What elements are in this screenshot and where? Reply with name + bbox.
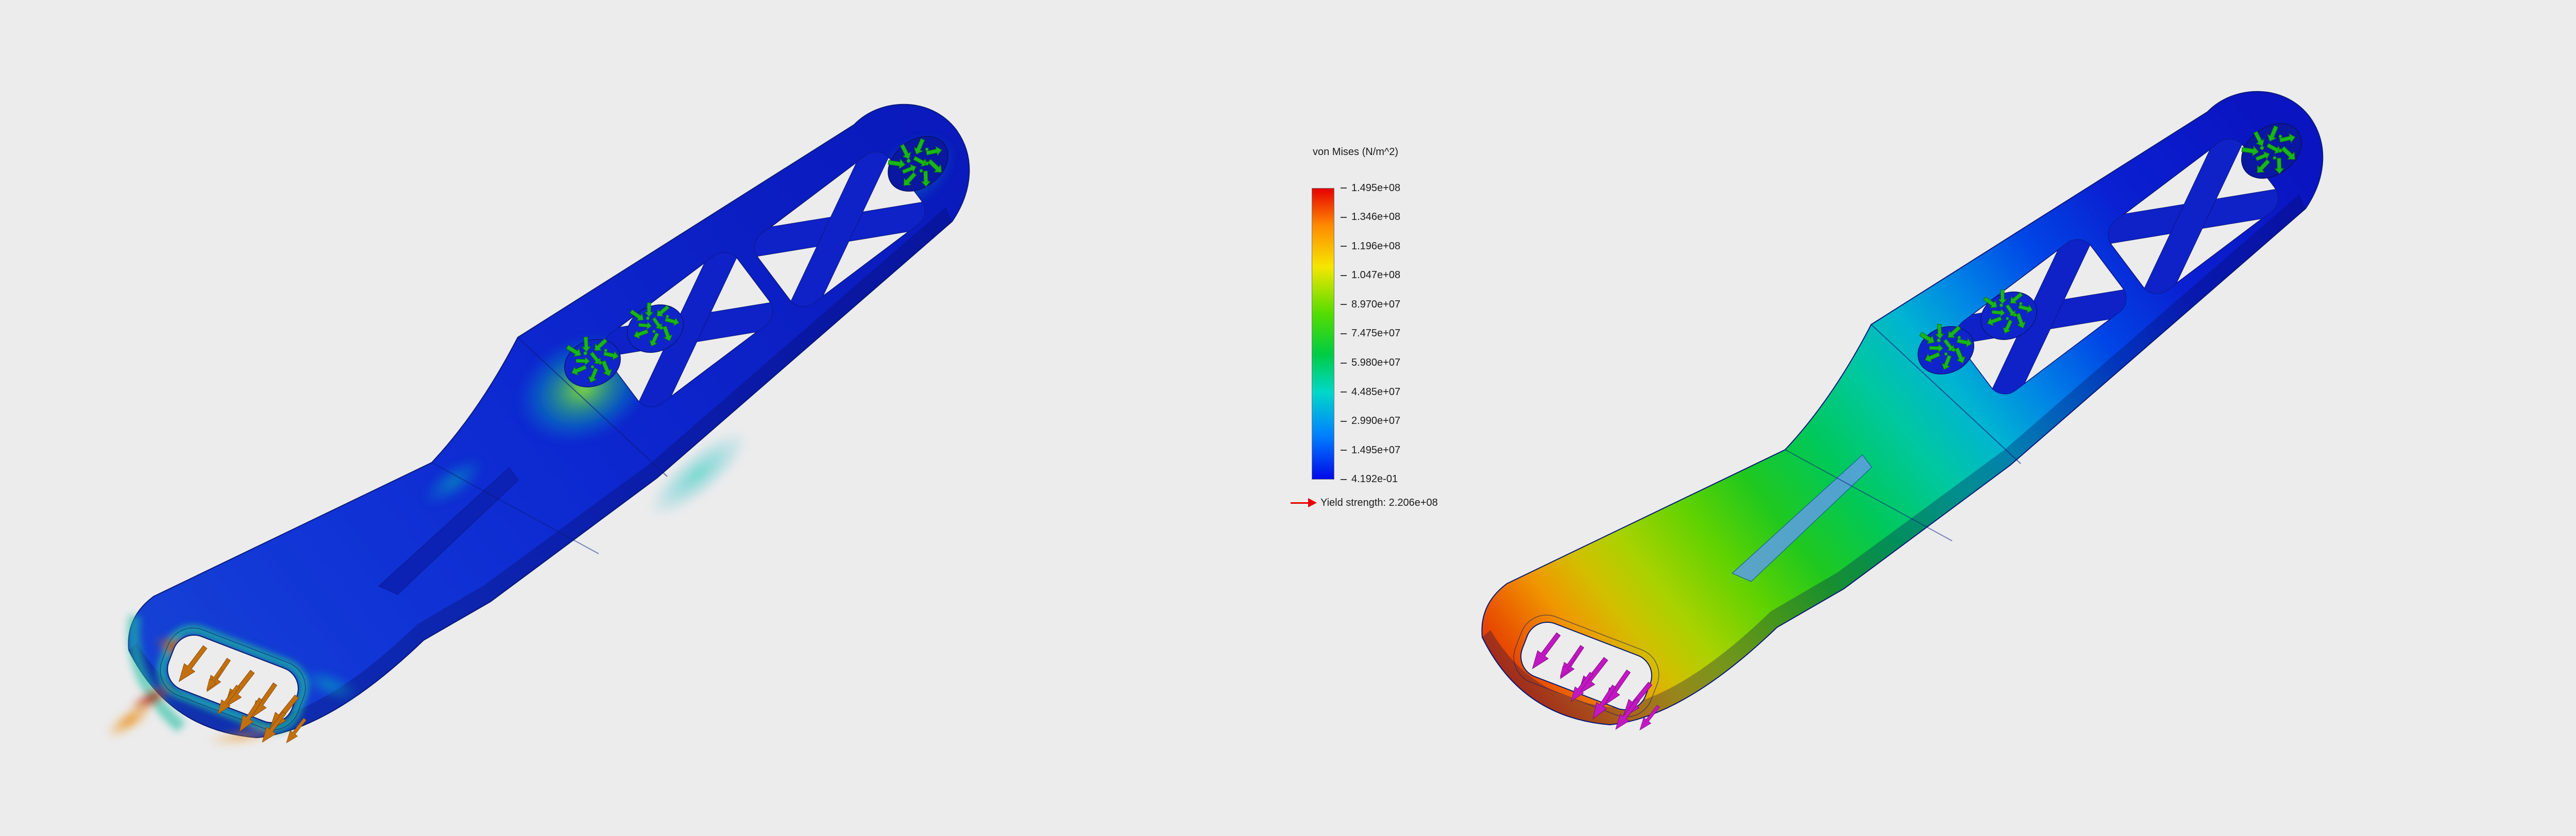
- scale-value: 1.346e+08: [1341, 212, 1400, 223]
- tick-mark-icon: [1341, 421, 1347, 422]
- yield-strength-marker: Yield strength: 2.206e+08: [1291, 497, 1438, 509]
- scale-value: 1.495e+08: [1341, 182, 1400, 194]
- simulation-canvas: von Mises (N/m^2): [0, 0, 2576, 836]
- tick-mark-icon: [1341, 246, 1347, 247]
- scale-value: 4.192e-01: [1341, 474, 1400, 485]
- scale-value: 1.495e+07: [1341, 445, 1400, 456]
- tick-mark-icon: [1341, 187, 1347, 189]
- tick-mark-icon: [1341, 479, 1347, 480]
- legend-title: von Mises (N/m^2): [1313, 146, 1398, 158]
- scale-value: 7.475e+07: [1341, 328, 1400, 339]
- scale-value: 5.980e+07: [1341, 357, 1400, 369]
- scale-value: 4.485e+07: [1341, 386, 1400, 398]
- yield-arrow-icon: [1291, 502, 1308, 504]
- tick-mark-icon: [1341, 217, 1347, 218]
- scale-value: 1.196e+08: [1341, 241, 1400, 252]
- von-mises-model-view[interactable]: [100, 105, 971, 750]
- ures-model-view[interactable]: [1482, 92, 2323, 733]
- tick-mark-icon: [1341, 391, 1347, 393]
- color-scale-bar: [1312, 188, 1334, 482]
- tick-mark-icon: [1341, 363, 1347, 364]
- scale-value: 8.970e+07: [1341, 299, 1400, 310]
- scale-labels: 1.495e+08 1.346e+08 1.196e+08 1.047e+08 …: [1341, 182, 1400, 485]
- von-mises-legend: von Mises (N/m^2): [1312, 146, 1497, 527]
- tick-mark-icon: [1341, 333, 1347, 334]
- yield-strength-label: Yield strength: 2.206e+08: [1320, 497, 1438, 509]
- scale-value: 1.047e+08: [1341, 270, 1400, 281]
- tick-mark-icon: [1341, 275, 1347, 276]
- tick-mark-icon: [1341, 304, 1347, 305]
- scale-value: 2.990e+07: [1341, 416, 1400, 427]
- tick-mark-icon: [1341, 450, 1347, 451]
- model-canvas: [0, 0, 2576, 836]
